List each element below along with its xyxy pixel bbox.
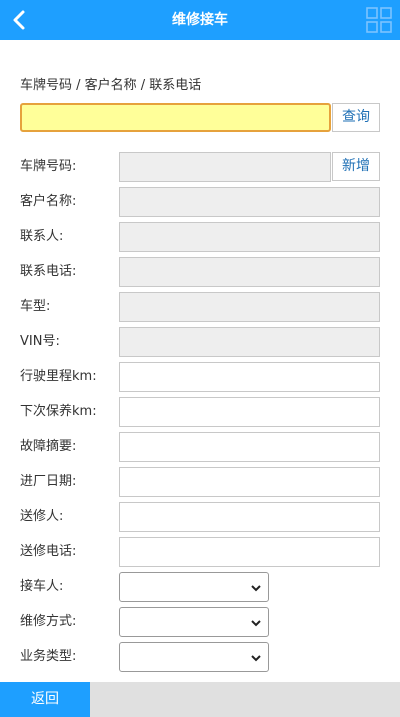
chevron-down-icon xyxy=(251,655,261,662)
plate-label: 车牌号码: xyxy=(20,159,77,174)
phone-field[interactable] xyxy=(119,257,380,287)
phone-label: 联系电话: xyxy=(20,264,77,279)
grid-icon[interactable] xyxy=(366,7,392,33)
page-title: 维修接车 xyxy=(172,12,228,28)
next-service-field[interactable] xyxy=(119,397,380,427)
mileage-field[interactable] xyxy=(119,362,380,392)
contact-field[interactable] xyxy=(119,222,380,252)
vin-label: VIN号: xyxy=(20,334,60,349)
back-button[interactable]: 返回 xyxy=(0,682,90,717)
repair-method-label: 维修方式: xyxy=(20,614,77,629)
next-service-label: 下次保养km: xyxy=(20,404,97,419)
mileage-label: 行驶里程km: xyxy=(20,369,97,384)
footer-bar: 返回 xyxy=(0,682,400,717)
app-header: 维修接车 xyxy=(0,0,400,40)
model-field[interactable] xyxy=(119,292,380,322)
receiver-select[interactable] xyxy=(119,572,269,602)
contact-label: 联系人: xyxy=(20,229,64,244)
entry-date-field[interactable] xyxy=(119,467,380,497)
customer-label: 客户名称: xyxy=(20,194,77,209)
customer-field[interactable] xyxy=(119,187,380,217)
sender-label: 送修人: xyxy=(20,509,64,524)
business-type-label: 业务类型: xyxy=(20,649,77,664)
sender-phone-label: 送修电话: xyxy=(20,544,77,559)
model-label: 车型: xyxy=(20,299,51,314)
fault-label: 故障摘要: xyxy=(20,439,77,454)
search-caption: 车牌号码 / 客户名称 / 联系电话 xyxy=(20,78,202,93)
business-type-select[interactable] xyxy=(119,642,269,672)
chevron-down-icon xyxy=(251,585,261,592)
chevron-down-icon xyxy=(251,620,261,627)
entry-date-label: 进厂日期: xyxy=(20,474,77,489)
plate-field[interactable] xyxy=(119,152,331,182)
fault-field[interactable] xyxy=(119,432,380,462)
sender-phone-field[interactable] xyxy=(119,537,380,567)
receiver-label: 接车人: xyxy=(20,579,64,594)
sender-field[interactable] xyxy=(119,502,380,532)
add-button[interactable]: 新增 xyxy=(332,152,380,181)
query-button[interactable]: 查询 xyxy=(332,103,380,132)
repair-method-select[interactable] xyxy=(119,607,269,637)
search-input[interactable] xyxy=(20,103,331,132)
vin-field[interactable] xyxy=(119,327,380,357)
